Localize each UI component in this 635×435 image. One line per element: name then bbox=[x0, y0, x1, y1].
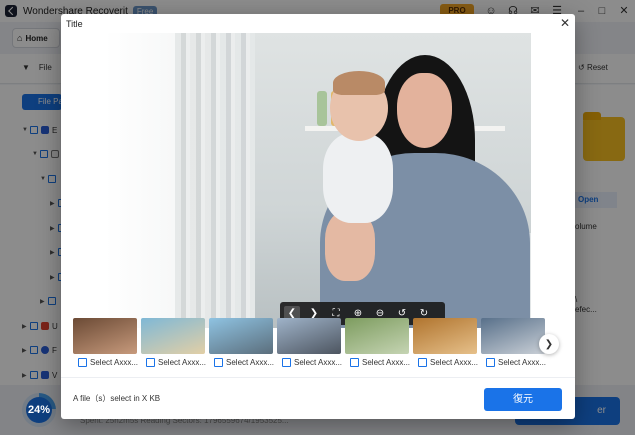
thumbnail-label: Select Axxx... bbox=[294, 358, 343, 367]
thumbnail-item[interactable]: Select Axxx... bbox=[277, 318, 343, 374]
thumbnail-image[interactable] bbox=[481, 318, 545, 354]
thumbnail-image[interactable] bbox=[277, 318, 341, 354]
thumbnail-checkbox[interactable] bbox=[146, 358, 155, 367]
thumbnail-checkbox[interactable] bbox=[350, 358, 359, 367]
dialog-title: Title bbox=[66, 19, 83, 29]
thumbnail-image[interactable] bbox=[209, 318, 273, 354]
dialog-close-icon[interactable]: ✕ bbox=[559, 17, 571, 29]
thumbnail-item[interactable]: Select Axxx... bbox=[73, 318, 139, 374]
thumbnail-label: Select Axxx... bbox=[430, 358, 479, 367]
thumbnail-checkbox[interactable] bbox=[214, 358, 223, 367]
progress-percent: 24% bbox=[27, 404, 51, 416]
thumbnail-checkbox[interactable] bbox=[418, 358, 427, 367]
thumbnail-item[interactable]: Select Axxx... bbox=[481, 318, 547, 374]
thumbnail-item[interactable]: Select Axxx... bbox=[209, 318, 275, 374]
thumbnail-image[interactable] bbox=[345, 318, 409, 354]
thumbnail-image[interactable] bbox=[141, 318, 205, 354]
thumbnail-checkbox[interactable] bbox=[282, 358, 291, 367]
thumbnail-next-button[interactable]: ❯ bbox=[539, 334, 559, 354]
thumbnail-label: Select Axxx... bbox=[158, 358, 207, 367]
restore-button[interactable]: 復元 bbox=[484, 388, 562, 411]
image-preview: ❮ ❯ ⛶ ⊕ ⊖ ↺ ↻ bbox=[105, 33, 531, 328]
thumbnail-label: Select Axxx... bbox=[362, 358, 411, 367]
thumbnail-label: Select Axxx... bbox=[90, 358, 139, 367]
chevron-right-icon: ❯ bbox=[544, 338, 554, 350]
thumbnail-label: Select Axxx... bbox=[498, 358, 547, 367]
thumbnail-item[interactable]: Select Axxx... bbox=[141, 318, 207, 374]
thumbnail-item[interactable]: Select Axxx... bbox=[413, 318, 479, 374]
selection-info: A file（s）select in X KB bbox=[73, 394, 161, 403]
thumbnail-image[interactable] bbox=[413, 318, 477, 354]
thumbnail-strip: Select Axxx... Select Axxx... Select Axx… bbox=[73, 318, 551, 374]
thumbnail-checkbox[interactable] bbox=[78, 358, 87, 367]
thumbnail-item[interactable]: Select Axxx... bbox=[345, 318, 411, 374]
thumbnail-image[interactable] bbox=[73, 318, 137, 354]
preview-dialog: Title ✕ ❮ ❯ ⛶ ⊕ ⊖ ↺ ↻ Select Axxx... Sel… bbox=[61, 14, 575, 419]
thumbnail-checkbox[interactable] bbox=[486, 358, 495, 367]
thumbnail-label: Select Axxx... bbox=[226, 358, 275, 367]
